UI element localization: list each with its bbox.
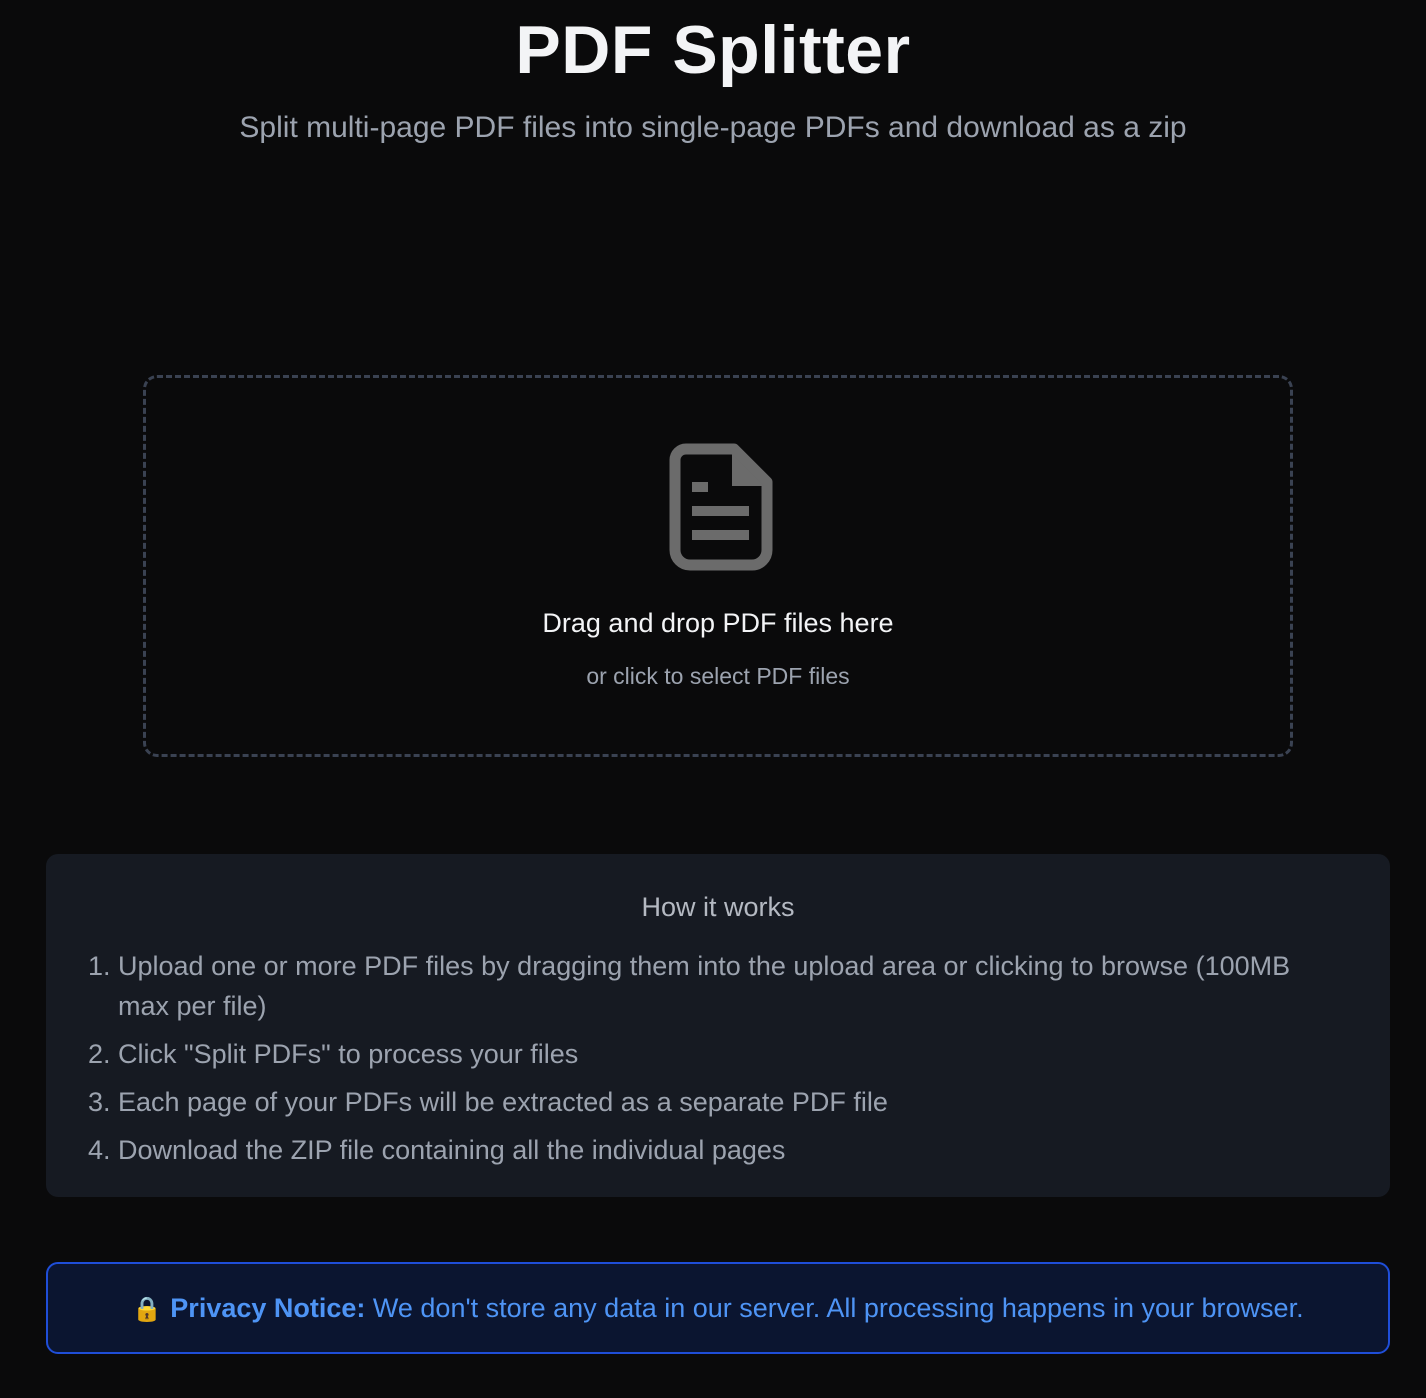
how-it-works-panel: How it works 1. Upload one or more PDF f… [46,854,1390,1197]
step-text: Each page of your PDFs will be extracted… [118,1087,888,1117]
steps-list: 1. Upload one or more PDF files by dragg… [88,946,1338,1178]
step-text: Click "Split PDFs" to process your files [118,1039,579,1069]
privacy-notice-label: Privacy Notice: [170,1293,366,1323]
step-item: 4. Download the ZIP file containing all … [88,1130,1338,1170]
privacy-notice: 🔒 Privacy Notice: We don't store any data… [46,1262,1390,1354]
pdf-dropzone[interactable]: Drag and drop PDF files here or click to… [143,375,1293,757]
lock-icon: 🔒 [132,1296,163,1323]
step-number: 1. [88,951,111,981]
step-text: Upload one or more PDF files by dragging… [118,951,1291,1021]
step-number: 3. [88,1087,111,1117]
step-item: 2. Click "Split PDFs" to process your fi… [88,1034,1338,1074]
how-it-works-title: How it works [641,892,795,922]
step-number: 2. [88,1039,111,1069]
dropzone-title: Drag and drop PDF files here [542,608,894,638]
document-icon [669,443,773,571]
step-text: Download the ZIP file containing all the… [118,1135,786,1165]
step-item: 1. Upload one or more PDF files by dragg… [88,946,1338,1026]
page-title: PDF Splitter [515,12,911,88]
dropzone-subtitle: or click to select PDF files [586,663,850,689]
step-number: 4. [88,1135,111,1165]
privacy-notice-text: We don't store any data in our server. A… [372,1293,1304,1323]
step-item: 3. Each page of your PDFs will be extrac… [88,1082,1338,1122]
page-subtitle: Split multi-page PDF files into single-p… [239,111,1187,144]
page: PDF Splitter Split multi-page PDF files … [0,0,1426,1398]
